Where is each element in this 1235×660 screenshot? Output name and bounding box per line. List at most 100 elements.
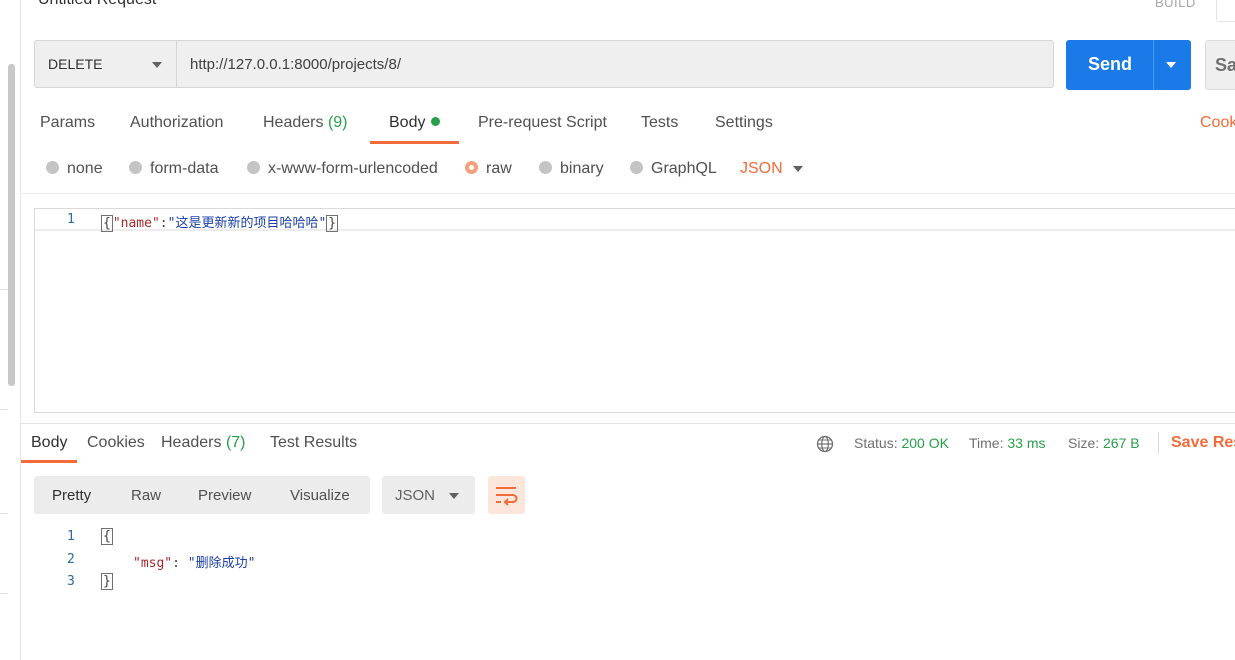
url-value: http://127.0.0.1:8000/projects/8/ [190, 56, 401, 73]
chevron-down-icon [152, 62, 162, 68]
radio-raw[interactable]: raw [465, 160, 512, 180]
radio-graphql-label: GraphQL [651, 160, 717, 177]
radio-form-data[interactable]: form-data [129, 160, 218, 180]
headers-count: (9) [327, 114, 348, 131]
tab-body-label: Body [389, 114, 426, 131]
tab-headers[interactable]: Headers (9) [263, 114, 348, 132]
time-value: 33 ms [1007, 435, 1046, 451]
response-tab-test-results[interactable]: Test Results [270, 434, 357, 452]
chevron-down-icon[interactable] [793, 166, 803, 172]
status-value: 200 OK [901, 435, 949, 451]
response-headers-count: (7) [225, 434, 246, 451]
sidebar-divider [0, 513, 8, 514]
code-value: "删除成功" [187, 556, 256, 571]
code-colon: : [172, 556, 188, 571]
view-mode-group: Pretty Raw Preview Visualize [34, 476, 370, 514]
radio-none[interactable]: none [46, 160, 103, 180]
code-brace: } [101, 573, 113, 590]
chevron-down-icon [449, 493, 459, 499]
active-response-tab-indicator [21, 460, 77, 463]
method-label: DELETE [48, 56, 103, 72]
sidebar-divider [0, 593, 8, 594]
response-tab-cookies[interactable]: Cookies [87, 434, 145, 452]
radio-icon [46, 161, 59, 174]
build-mode-label[interactable]: BUILD [1155, 0, 1196, 10]
divider [1158, 432, 1159, 454]
size-value: 267 B [1103, 435, 1140, 451]
view-pretty-button[interactable]: Pretty [52, 487, 91, 504]
wrap-lines-icon [496, 487, 518, 506]
divider [20, 193, 1235, 194]
response-tab-body[interactable]: Body [31, 434, 67, 452]
radio-raw-label: raw [486, 160, 512, 177]
url-input[interactable]: http://127.0.0.1:8000/projects/8/ [177, 40, 1054, 88]
code-key: "msg" [133, 556, 173, 571]
response-body-code[interactable]: "msg": "删除成功" [133, 552, 255, 571]
save-label: Sa [1215, 55, 1235, 75]
response-body-code[interactable]: { [101, 528, 113, 545]
tab-body[interactable]: Body [389, 114, 441, 132]
radio-icon [247, 161, 260, 174]
sidebar-divider [0, 409, 8, 410]
method-select[interactable]: DELETE [34, 40, 177, 88]
active-tab-indicator [370, 141, 459, 144]
radio-urlencoded[interactable]: x-www-form-urlencoded [247, 160, 438, 180]
edit-icon[interactable] [1216, 0, 1235, 22]
radio-icon [630, 161, 643, 174]
send-divider [1153, 40, 1154, 90]
globe-icon[interactable] [816, 435, 834, 453]
tab-authorization[interactable]: Authorization [130, 114, 223, 132]
response-tab-headers[interactable]: Headers (7) [161, 434, 246, 452]
view-visualize-button[interactable]: Visualize [290, 487, 350, 504]
response-body-code[interactable]: } [101, 573, 113, 590]
line-number: 3 [67, 574, 75, 589]
line-number: 1 [67, 529, 75, 544]
radio-selected-icon [465, 161, 478, 174]
radio-icon [129, 161, 142, 174]
time-label: Time: [969, 435, 1004, 451]
request-body-code[interactable]: {"name":"这是更新新的项目哈哈哈"} [101, 212, 339, 232]
body-format-select[interactable]: JSON [740, 160, 783, 178]
wrap-lines-button[interactable] [488, 476, 525, 514]
size-readout: Size: 267 B [1068, 435, 1140, 451]
size-label: Size: [1068, 435, 1100, 451]
radio-icon [539, 161, 552, 174]
response-format-select[interactable]: JSON [382, 476, 475, 514]
line-number: 2 [67, 552, 75, 567]
response-divider [20, 423, 1235, 424]
sidebar-divider [0, 289, 8, 290]
status-readout: Status: 200 OK [854, 435, 949, 451]
line-number: 1 [67, 212, 75, 227]
radio-form-data-label: form-data [150, 160, 219, 177]
code-colon: : [159, 216, 168, 231]
cookies-link[interactable]: Cook [1200, 114, 1235, 132]
radio-graphql[interactable]: GraphQL [630, 160, 717, 180]
sidebar-scrollbar[interactable] [8, 64, 15, 386]
send-button[interactable]: Send [1066, 40, 1191, 90]
code-brace: { [101, 528, 113, 545]
tab-tests[interactable]: Tests [641, 114, 678, 132]
radio-binary-label: binary [560, 160, 604, 177]
code-key: "name" [112, 216, 160, 231]
radio-none-label: none [67, 160, 103, 177]
response-format-label: JSON [395, 487, 436, 504]
tab-settings[interactable]: Settings [715, 114, 773, 132]
save-response-button[interactable]: Save Res [1171, 434, 1235, 452]
send-label: Send [1088, 54, 1133, 74]
tab-prerequest-script[interactable]: Pre-request Script [478, 114, 607, 132]
status-label: Status: [854, 435, 898, 451]
send-options-chevron-icon[interactable] [1166, 62, 1176, 68]
response-tab-headers-label: Headers [161, 434, 222, 451]
tab-params[interactable]: Params [40, 114, 95, 132]
view-preview-button[interactable]: Preview [198, 487, 251, 504]
code-brace: } [326, 215, 339, 232]
request-title[interactable]: Untitled Request [38, 0, 156, 9]
request-body-editor[interactable] [34, 208, 1235, 413]
radio-urlencoded-label: x-www-form-urlencoded [268, 160, 438, 177]
body-active-dot-icon [431, 117, 441, 126]
save-button[interactable]: Sa [1205, 40, 1235, 90]
view-raw-button[interactable]: Raw [131, 487, 161, 504]
tab-headers-label: Headers [263, 114, 324, 131]
code-brace: { [101, 215, 113, 232]
radio-binary[interactable]: binary [539, 160, 604, 180]
